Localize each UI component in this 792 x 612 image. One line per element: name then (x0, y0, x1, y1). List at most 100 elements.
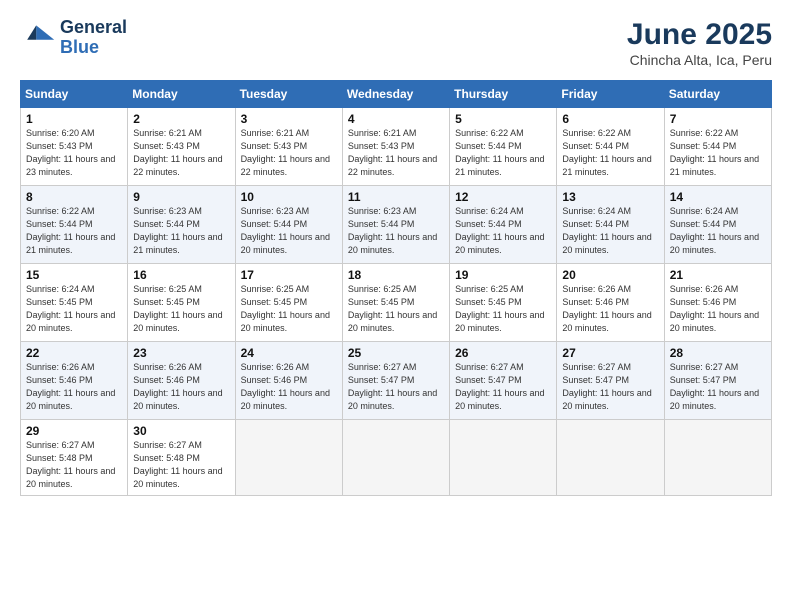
day-number: 4 (348, 112, 444, 126)
table-row: 26 Sunrise: 6:27 AM Sunset: 5:47 PM Dayl… (450, 342, 557, 420)
day-number: 5 (455, 112, 551, 126)
table-row: 29 Sunrise: 6:27 AM Sunset: 5:48 PM Dayl… (21, 420, 128, 496)
logo-text: General Blue (60, 18, 127, 58)
header-thursday: Thursday (450, 81, 557, 108)
day-info: Sunrise: 6:21 AM Sunset: 5:43 PM Dayligh… (348, 127, 444, 179)
day-number: 11 (348, 190, 444, 204)
day-info: Sunrise: 6:23 AM Sunset: 5:44 PM Dayligh… (133, 205, 229, 257)
day-info: Sunrise: 6:25 AM Sunset: 5:45 PM Dayligh… (133, 283, 229, 335)
day-info: Sunrise: 6:24 AM Sunset: 5:44 PM Dayligh… (670, 205, 766, 257)
day-info: Sunrise: 6:26 AM Sunset: 5:46 PM Dayligh… (241, 361, 337, 413)
table-row: 18 Sunrise: 6:25 AM Sunset: 5:45 PM Dayl… (342, 264, 449, 342)
day-info: Sunrise: 6:27 AM Sunset: 5:48 PM Dayligh… (26, 439, 122, 491)
weekday-header-row: Sunday Monday Tuesday Wednesday Thursday… (21, 81, 772, 108)
day-info: Sunrise: 6:27 AM Sunset: 5:47 PM Dayligh… (670, 361, 766, 413)
table-row: 27 Sunrise: 6:27 AM Sunset: 5:47 PM Dayl… (557, 342, 664, 420)
day-number: 23 (133, 346, 229, 360)
calendar-table: Sunday Monday Tuesday Wednesday Thursday… (20, 80, 772, 496)
header-tuesday: Tuesday (235, 81, 342, 108)
day-number: 28 (670, 346, 766, 360)
table-row: 19 Sunrise: 6:25 AM Sunset: 5:45 PM Dayl… (450, 264, 557, 342)
table-row: 28 Sunrise: 6:27 AM Sunset: 5:47 PM Dayl… (664, 342, 771, 420)
day-info: Sunrise: 6:25 AM Sunset: 5:45 PM Dayligh… (455, 283, 551, 335)
table-row: 25 Sunrise: 6:27 AM Sunset: 5:47 PM Dayl… (342, 342, 449, 420)
day-number: 24 (241, 346, 337, 360)
day-info: Sunrise: 6:20 AM Sunset: 5:43 PM Dayligh… (26, 127, 122, 179)
day-info: Sunrise: 6:26 AM Sunset: 5:46 PM Dayligh… (133, 361, 229, 413)
day-info: Sunrise: 6:24 AM Sunset: 5:44 PM Dayligh… (455, 205, 551, 257)
table-row: 23 Sunrise: 6:26 AM Sunset: 5:46 PM Dayl… (128, 342, 235, 420)
day-info: Sunrise: 6:24 AM Sunset: 5:45 PM Dayligh… (26, 283, 122, 335)
table-row (664, 420, 771, 496)
header-friday: Friday (557, 81, 664, 108)
day-info: Sunrise: 6:22 AM Sunset: 5:44 PM Dayligh… (455, 127, 551, 179)
table-row: 3 Sunrise: 6:21 AM Sunset: 5:43 PM Dayli… (235, 108, 342, 186)
day-info: Sunrise: 6:27 AM Sunset: 5:47 PM Dayligh… (455, 361, 551, 413)
day-number: 12 (455, 190, 551, 204)
table-row: 13 Sunrise: 6:24 AM Sunset: 5:44 PM Dayl… (557, 186, 664, 264)
table-row (450, 420, 557, 496)
day-info: Sunrise: 6:22 AM Sunset: 5:44 PM Dayligh… (670, 127, 766, 179)
table-row: 22 Sunrise: 6:26 AM Sunset: 5:46 PM Dayl… (21, 342, 128, 420)
day-number: 25 (348, 346, 444, 360)
day-number: 26 (455, 346, 551, 360)
table-row (557, 420, 664, 496)
day-info: Sunrise: 6:25 AM Sunset: 5:45 PM Dayligh… (241, 283, 337, 335)
day-number: 2 (133, 112, 229, 126)
day-info: Sunrise: 6:21 AM Sunset: 5:43 PM Dayligh… (241, 127, 337, 179)
day-number: 1 (26, 112, 122, 126)
header-saturday: Saturday (664, 81, 771, 108)
day-number: 29 (26, 424, 122, 438)
table-row: 7 Sunrise: 6:22 AM Sunset: 5:44 PM Dayli… (664, 108, 771, 186)
month-title: June 2025 (627, 18, 772, 52)
day-number: 27 (562, 346, 658, 360)
day-number: 30 (133, 424, 229, 438)
day-info: Sunrise: 6:27 AM Sunset: 5:47 PM Dayligh… (348, 361, 444, 413)
table-row: 8 Sunrise: 6:22 AM Sunset: 5:44 PM Dayli… (21, 186, 128, 264)
table-row: 2 Sunrise: 6:21 AM Sunset: 5:43 PM Dayli… (128, 108, 235, 186)
day-number: 21 (670, 268, 766, 282)
table-row: 14 Sunrise: 6:24 AM Sunset: 5:44 PM Dayl… (664, 186, 771, 264)
day-info: Sunrise: 6:26 AM Sunset: 5:46 PM Dayligh… (26, 361, 122, 413)
day-number: 6 (562, 112, 658, 126)
day-number: 17 (241, 268, 337, 282)
header: General Blue June 2025 Chincha Alta, Ica… (20, 18, 772, 68)
day-number: 14 (670, 190, 766, 204)
day-info: Sunrise: 6:23 AM Sunset: 5:44 PM Dayligh… (241, 205, 337, 257)
table-row: 4 Sunrise: 6:21 AM Sunset: 5:43 PM Dayli… (342, 108, 449, 186)
location: Chincha Alta, Ica, Peru (627, 52, 772, 68)
header-wednesday: Wednesday (342, 81, 449, 108)
day-info: Sunrise: 6:26 AM Sunset: 5:46 PM Dayligh… (670, 283, 766, 335)
day-number: 22 (26, 346, 122, 360)
table-row: 30 Sunrise: 6:27 AM Sunset: 5:48 PM Dayl… (128, 420, 235, 496)
day-number: 15 (26, 268, 122, 282)
logo-icon (20, 20, 56, 56)
day-info: Sunrise: 6:22 AM Sunset: 5:44 PM Dayligh… (26, 205, 122, 257)
day-info: Sunrise: 6:22 AM Sunset: 5:44 PM Dayligh… (562, 127, 658, 179)
title-block: June 2025 Chincha Alta, Ica, Peru (627, 18, 772, 68)
table-row: 21 Sunrise: 6:26 AM Sunset: 5:46 PM Dayl… (664, 264, 771, 342)
header-monday: Monday (128, 81, 235, 108)
day-info: Sunrise: 6:27 AM Sunset: 5:47 PM Dayligh… (562, 361, 658, 413)
table-row: 12 Sunrise: 6:24 AM Sunset: 5:44 PM Dayl… (450, 186, 557, 264)
table-row: 5 Sunrise: 6:22 AM Sunset: 5:44 PM Dayli… (450, 108, 557, 186)
table-row: 6 Sunrise: 6:22 AM Sunset: 5:44 PM Dayli… (557, 108, 664, 186)
day-info: Sunrise: 6:24 AM Sunset: 5:44 PM Dayligh… (562, 205, 658, 257)
day-info: Sunrise: 6:25 AM Sunset: 5:45 PM Dayligh… (348, 283, 444, 335)
day-info: Sunrise: 6:27 AM Sunset: 5:48 PM Dayligh… (133, 439, 229, 491)
table-row: 15 Sunrise: 6:24 AM Sunset: 5:45 PM Dayl… (21, 264, 128, 342)
day-number: 18 (348, 268, 444, 282)
day-number: 9 (133, 190, 229, 204)
table-row (235, 420, 342, 496)
table-row (342, 420, 449, 496)
day-number: 8 (26, 190, 122, 204)
day-info: Sunrise: 6:21 AM Sunset: 5:43 PM Dayligh… (133, 127, 229, 179)
table-row: 24 Sunrise: 6:26 AM Sunset: 5:46 PM Dayl… (235, 342, 342, 420)
day-number: 10 (241, 190, 337, 204)
header-sunday: Sunday (21, 81, 128, 108)
day-number: 7 (670, 112, 766, 126)
table-row: 20 Sunrise: 6:26 AM Sunset: 5:46 PM Dayl… (557, 264, 664, 342)
day-info: Sunrise: 6:26 AM Sunset: 5:46 PM Dayligh… (562, 283, 658, 335)
day-number: 19 (455, 268, 551, 282)
day-number: 20 (562, 268, 658, 282)
